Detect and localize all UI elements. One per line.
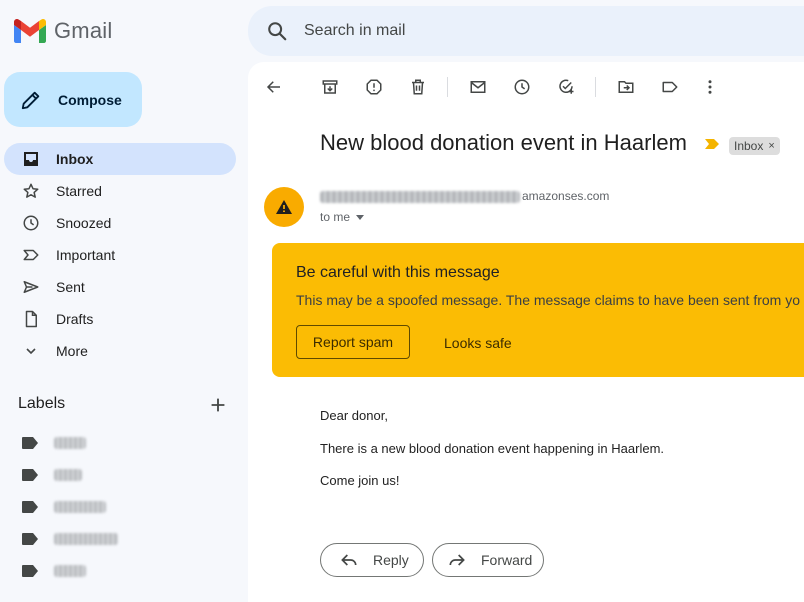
nav-item-inbox[interactable]: Inbox bbox=[4, 143, 236, 175]
mark-unread-icon[interactable] bbox=[467, 76, 489, 98]
delete-icon[interactable] bbox=[407, 76, 429, 98]
pencil-icon bbox=[21, 91, 40, 109]
label-icon[interactable] bbox=[659, 76, 681, 98]
nav-label: Inbox bbox=[56, 151, 94, 167]
label-name-redacted bbox=[54, 565, 86, 577]
reply-button[interactable]: Reply bbox=[320, 543, 424, 577]
label-item[interactable] bbox=[22, 560, 222, 582]
body-paragraph: Dear donor, bbox=[320, 408, 388, 423]
nav-label: Important bbox=[56, 247, 116, 263]
forward-button[interactable]: Forward bbox=[432, 543, 544, 577]
recipient-label: to me bbox=[320, 210, 351, 224]
important-icon bbox=[21, 245, 41, 265]
label-name-redacted bbox=[54, 533, 118, 545]
body-paragraph: There is a new blood donation event happ… bbox=[320, 441, 665, 456]
forward-icon bbox=[449, 554, 465, 566]
warning-title: Be careful with this message bbox=[296, 264, 500, 281]
snooze-icon[interactable] bbox=[511, 76, 533, 98]
sender-avatar bbox=[264, 187, 304, 227]
label-item[interactable] bbox=[22, 496, 222, 518]
label-tag-icon bbox=[22, 469, 38, 481]
warning-icon bbox=[276, 200, 292, 214]
chip-label: Inbox bbox=[734, 139, 764, 153]
nav-label: Starred bbox=[56, 183, 102, 199]
label-tag-icon bbox=[22, 501, 38, 513]
label-name-redacted bbox=[54, 501, 106, 513]
label-item[interactable] bbox=[22, 528, 222, 550]
add-label-icon[interactable] bbox=[207, 394, 229, 416]
nav-item-important[interactable]: Important bbox=[4, 239, 236, 271]
nav-label: More bbox=[56, 343, 88, 359]
label-name-redacted bbox=[54, 437, 86, 449]
star-icon bbox=[21, 181, 41, 201]
forward-label: Forward bbox=[481, 552, 533, 568]
clock-icon bbox=[21, 213, 41, 233]
remove-label-icon[interactable]: × bbox=[768, 140, 774, 152]
sender-domain: amazonses.com bbox=[522, 189, 610, 203]
label-tag-icon bbox=[22, 565, 38, 577]
nav-item-more[interactable]: More bbox=[4, 335, 236, 367]
report-spam-button[interactable]: Report spam bbox=[296, 325, 410, 359]
move-to-icon[interactable] bbox=[615, 76, 637, 98]
nav-label: Sent bbox=[56, 279, 85, 295]
labels-heading: Labels bbox=[18, 395, 66, 412]
reply-label: Reply bbox=[373, 552, 409, 568]
nav-item-drafts[interactable]: Drafts bbox=[4, 303, 236, 335]
nav-label: Drafts bbox=[56, 311, 94, 327]
label-tag-icon bbox=[22, 533, 38, 545]
nav-item-starred[interactable]: Starred bbox=[4, 175, 236, 207]
sender-address-redacted bbox=[320, 191, 520, 203]
looks-safe-button[interactable]: Looks safe bbox=[444, 335, 512, 351]
gmail-logo[interactable]: Gmail bbox=[14, 16, 112, 46]
warning-text: This may be a spoofed message. The messa… bbox=[296, 292, 800, 308]
inbox-icon bbox=[21, 149, 41, 169]
nav-label: Snoozed bbox=[56, 215, 112, 231]
search-input[interactable]: Search in mail bbox=[304, 22, 405, 40]
toolbar-divider bbox=[447, 77, 448, 97]
toolbar-divider bbox=[595, 77, 596, 97]
reply-icon bbox=[341, 554, 357, 566]
report-spam-icon[interactable] bbox=[363, 76, 385, 98]
more-vert-icon[interactable] bbox=[699, 76, 721, 98]
add-task-icon[interactable] bbox=[555, 76, 577, 98]
nav-item-sent[interactable]: Sent bbox=[4, 271, 236, 303]
search-icon[interactable] bbox=[266, 20, 288, 42]
archive-icon[interactable] bbox=[319, 76, 341, 98]
label-item[interactable] bbox=[22, 464, 222, 486]
body-paragraph: Come join us! bbox=[320, 473, 400, 488]
compose-button[interactable]: Compose bbox=[4, 72, 142, 127]
back-arrow-icon[interactable] bbox=[263, 76, 285, 98]
draft-icon bbox=[21, 309, 41, 329]
search-bar[interactable]: Search in mail bbox=[248, 6, 804, 56]
important-marker-icon[interactable] bbox=[704, 138, 720, 150]
label-item[interactable] bbox=[22, 432, 222, 454]
send-icon bbox=[21, 277, 41, 297]
recipient-details[interactable]: to me bbox=[320, 210, 365, 224]
email-subject: New blood donation event in Haarlem bbox=[320, 130, 687, 155]
app-name: Gmail bbox=[54, 18, 113, 43]
caret-down-icon bbox=[356, 214, 365, 220]
chevron-down-icon bbox=[21, 341, 41, 361]
inbox-label-chip: Inbox × bbox=[729, 137, 780, 155]
label-tag-icon bbox=[22, 437, 38, 449]
gmail-m-icon bbox=[14, 19, 46, 43]
compose-label: Compose bbox=[58, 91, 122, 108]
nav-item-snoozed[interactable]: Snoozed bbox=[4, 207, 236, 239]
label-name-redacted bbox=[54, 469, 82, 481]
